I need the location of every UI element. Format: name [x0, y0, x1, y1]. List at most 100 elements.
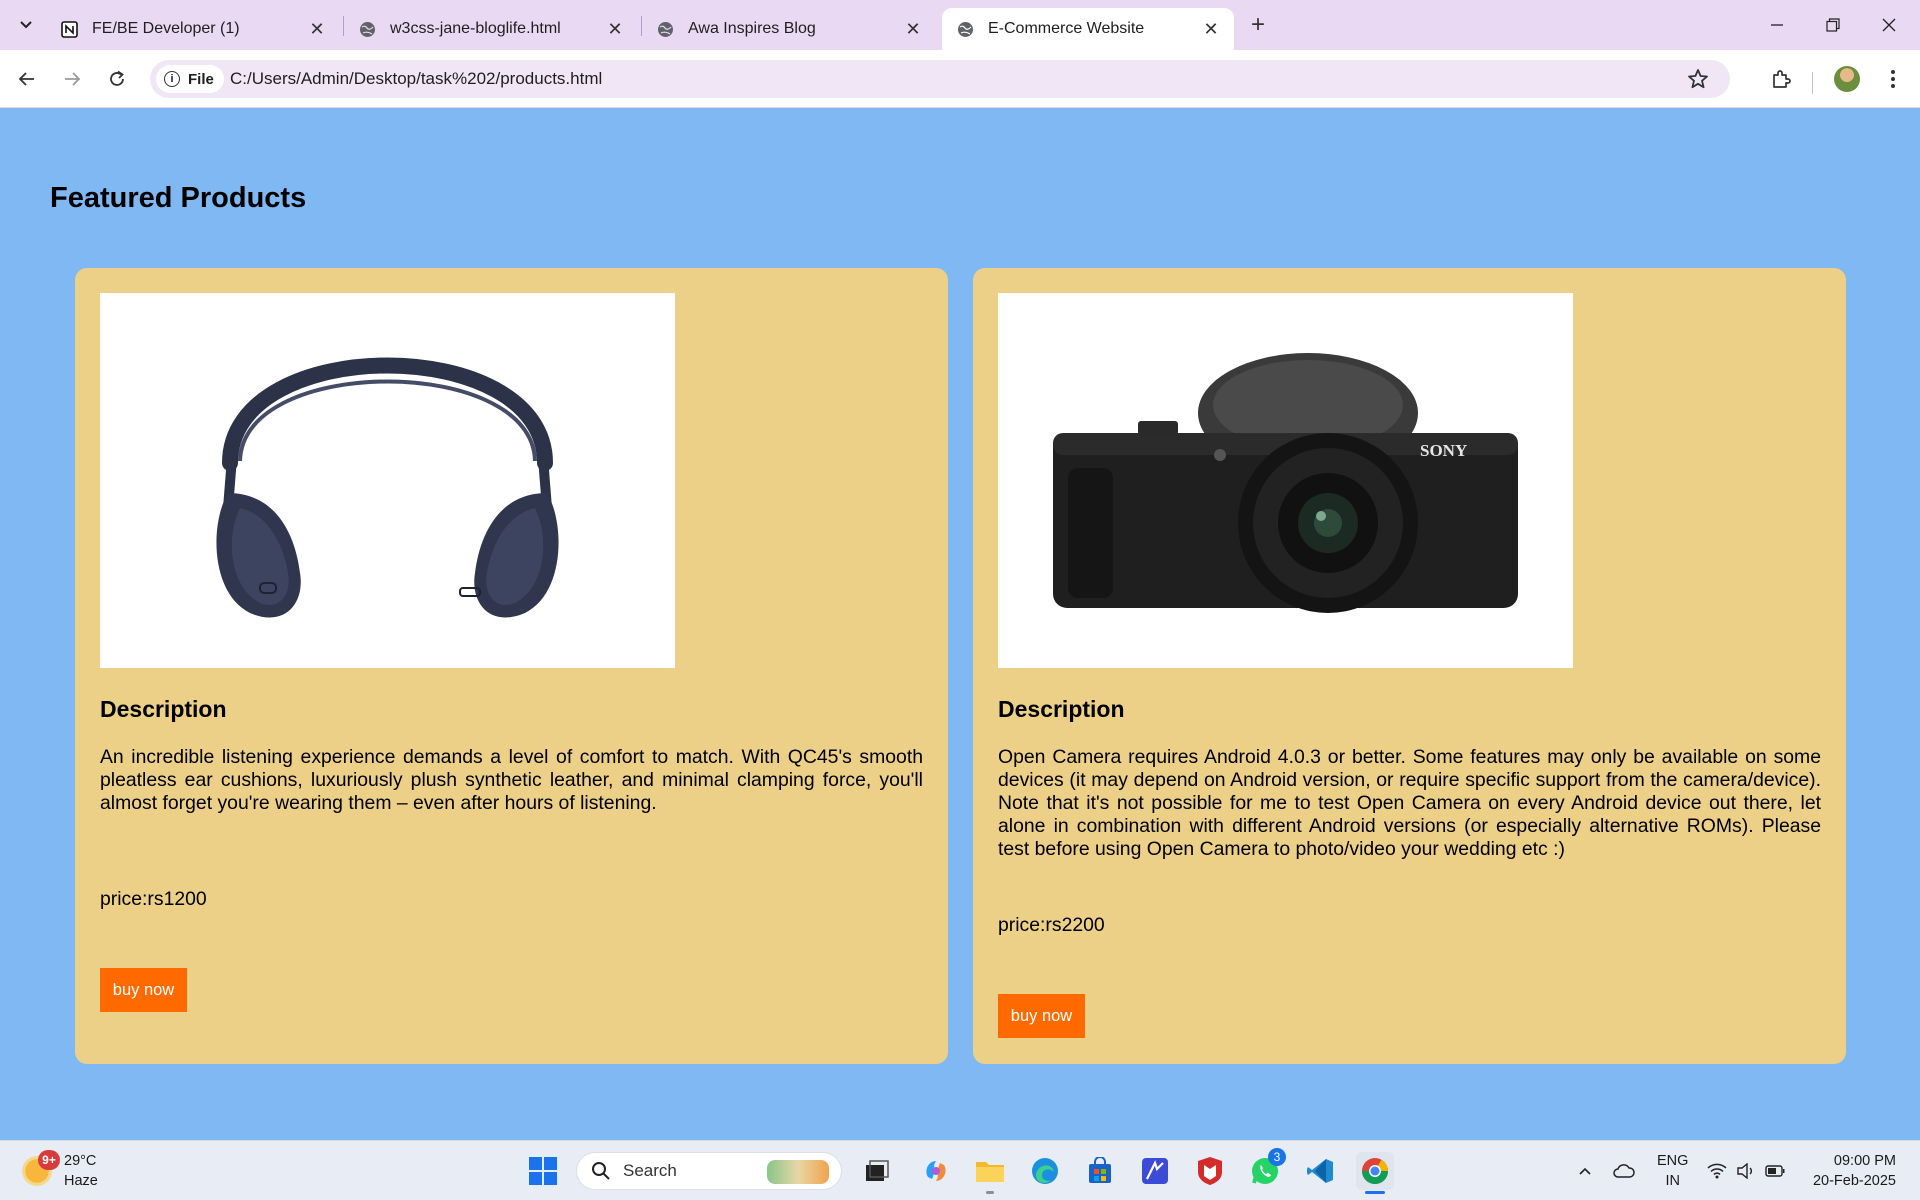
tab-w3css-jane-bloglife[interactable]: w3css-jane-bloglife.html ✕	[344, 8, 638, 50]
restore-button[interactable]	[1810, 8, 1856, 42]
running-indicator	[986, 1191, 994, 1194]
edge-icon	[1032, 1158, 1058, 1184]
close-tab-icon[interactable]: ✕	[902, 18, 924, 40]
product-price: price:rs2200	[998, 914, 1105, 936]
vscode-icon	[1307, 1159, 1333, 1183]
bookmark-star-icon[interactable]	[1686, 67, 1710, 91]
chrome-icon	[1361, 1158, 1389, 1185]
mcafee-button[interactable]	[1191, 1152, 1229, 1190]
reload-button[interactable]	[100, 62, 134, 96]
tab-awa-inspires-blog[interactable]: Awa Inspires Blog ✕	[642, 8, 936, 50]
tab-e-commerce-website[interactable]: E-Commerce Website ✕	[942, 8, 1234, 50]
tab-title: E-Commerce Website	[988, 20, 1145, 37]
volume-icon	[1737, 1163, 1752, 1179]
weather-sun-icon: 9+	[22, 1150, 60, 1186]
input-language[interactable]: ENG IN	[1657, 1151, 1688, 1191]
browser-menu-button[interactable]	[1876, 62, 1910, 96]
notion-icon	[60, 20, 78, 38]
clock-time: 09:00 PM	[1833, 1153, 1896, 1169]
forward-button[interactable]	[55, 62, 89, 96]
globe-icon	[956, 20, 974, 38]
globe-icon	[358, 20, 376, 38]
vscode-button[interactable]	[1301, 1152, 1339, 1190]
minimize-button[interactable]	[1754, 8, 1800, 42]
copilot-icon	[926, 1161, 946, 1181]
edge-button[interactable]	[1026, 1152, 1064, 1190]
buy-now-button[interactable]: buy now	[998, 994, 1085, 1038]
task-view-button[interactable]	[858, 1152, 896, 1190]
language-code: ENG	[1657, 1153, 1689, 1169]
product-card-headphones: Description An incredible listening expe…	[75, 268, 948, 1064]
product-price: price:rs1200	[100, 888, 207, 910]
info-icon: i	[164, 71, 180, 87]
task-view-icon	[866, 1160, 889, 1181]
page-title: Featured Products	[50, 182, 307, 214]
onedrive-button[interactable]	[1605, 1152, 1643, 1190]
tab-fe-be-developer[interactable]: FE/BE Developer (1) ✕	[46, 8, 340, 50]
tab-strip: FE/BE Developer (1) ✕ w3css-jane-bloglif…	[0, 0, 1920, 50]
windows-logo-icon	[529, 1157, 557, 1185]
copilot-button[interactable]	[917, 1152, 955, 1190]
globe-icon	[656, 20, 674, 38]
more-vert-icon	[1891, 70, 1895, 88]
product-description: Open Camera requires Android 4.0.3 or be…	[998, 746, 1821, 860]
store-icon	[1089, 1157, 1111, 1183]
close-tab-icon[interactable]: ✕	[1200, 18, 1222, 40]
quick-settings-button[interactable]	[1701, 1152, 1791, 1190]
site-info-label: File	[188, 70, 214, 88]
clock-date: 20-Feb-2025	[1812, 1173, 1896, 1189]
url-text[interactable]: C:/Users/Admin/Desktop/task%202/products…	[230, 69, 602, 89]
tab-title: w3css-jane-bloglife.html	[390, 20, 561, 37]
description-heading: Description	[100, 696, 227, 722]
toolbar-divider	[1812, 72, 1813, 94]
back-button[interactable]	[10, 62, 44, 96]
chrome-button[interactable]	[1356, 1152, 1394, 1190]
tab-search-button[interactable]	[10, 10, 42, 40]
start-button[interactable]	[524, 1152, 562, 1190]
active-indicator	[1365, 1191, 1385, 1194]
wifi-icon	[1707, 1163, 1727, 1179]
puzzle-icon	[1773, 70, 1791, 88]
description-heading: Description	[998, 696, 1125, 722]
weather-temperature: 29°C	[64, 1153, 97, 1169]
close-icon	[1882, 18, 1896, 32]
file-explorer-button[interactable]	[971, 1152, 1009, 1190]
whatsapp-badge: 3	[1268, 1148, 1286, 1166]
site-info-chip[interactable]: i File	[156, 65, 224, 93]
search-highlight-icon	[767, 1160, 829, 1184]
product-card-camera: SONY Description Open Camera requires An…	[973, 268, 1846, 1064]
arrow-right-icon	[65, 72, 81, 86]
battery-icon	[1765, 1165, 1785, 1177]
close-tab-icon[interactable]: ✕	[306, 18, 328, 40]
extensions-button[interactable]	[1764, 62, 1798, 96]
arrow-left-icon	[18, 72, 34, 86]
region-code: IN	[1665, 1173, 1680, 1189]
product-image-headphones	[100, 293, 675, 668]
folder-icon	[976, 1162, 1004, 1182]
show-hidden-icons-button[interactable]	[1566, 1152, 1604, 1190]
store-button[interactable]	[1081, 1152, 1119, 1190]
browser-toolbar: i File C:/Users/Admin/Desktop/task%202/p…	[0, 50, 1920, 108]
weather-widget[interactable]: 9+ 29°C Haze	[22, 1150, 98, 1191]
sony-logo: SONY	[1420, 441, 1467, 460]
search-label: Search	[623, 1161, 677, 1180]
reload-icon	[110, 70, 124, 86]
buy-now-button[interactable]: buy now	[100, 968, 187, 1012]
close-tab-icon[interactable]: ✕	[604, 18, 626, 40]
whatsapp-button[interactable]: 3	[1246, 1148, 1286, 1190]
shield-icon	[1198, 1157, 1222, 1185]
search-icon	[592, 1162, 610, 1180]
restore-icon	[1826, 18, 1840, 32]
weather-condition: Haze	[64, 1173, 98, 1189]
product-image-camera: SONY	[998, 293, 1573, 668]
avatar	[1834, 66, 1860, 92]
system-clock[interactable]: 09:00 PM 20-Feb-2025	[1813, 1151, 1896, 1191]
profile-button[interactable]	[1830, 62, 1864, 96]
close-window-button[interactable]	[1866, 8, 1912, 42]
minimize-icon	[1771, 24, 1783, 26]
taskbar-search[interactable]: Search	[576, 1152, 842, 1190]
app-button[interactable]	[1136, 1152, 1174, 1190]
address-bar[interactable]: i File C:/Users/Admin/Desktop/task%202/p…	[150, 60, 1730, 98]
new-tab-button[interactable]: +	[1243, 10, 1273, 40]
chevron-down-icon	[20, 21, 32, 29]
